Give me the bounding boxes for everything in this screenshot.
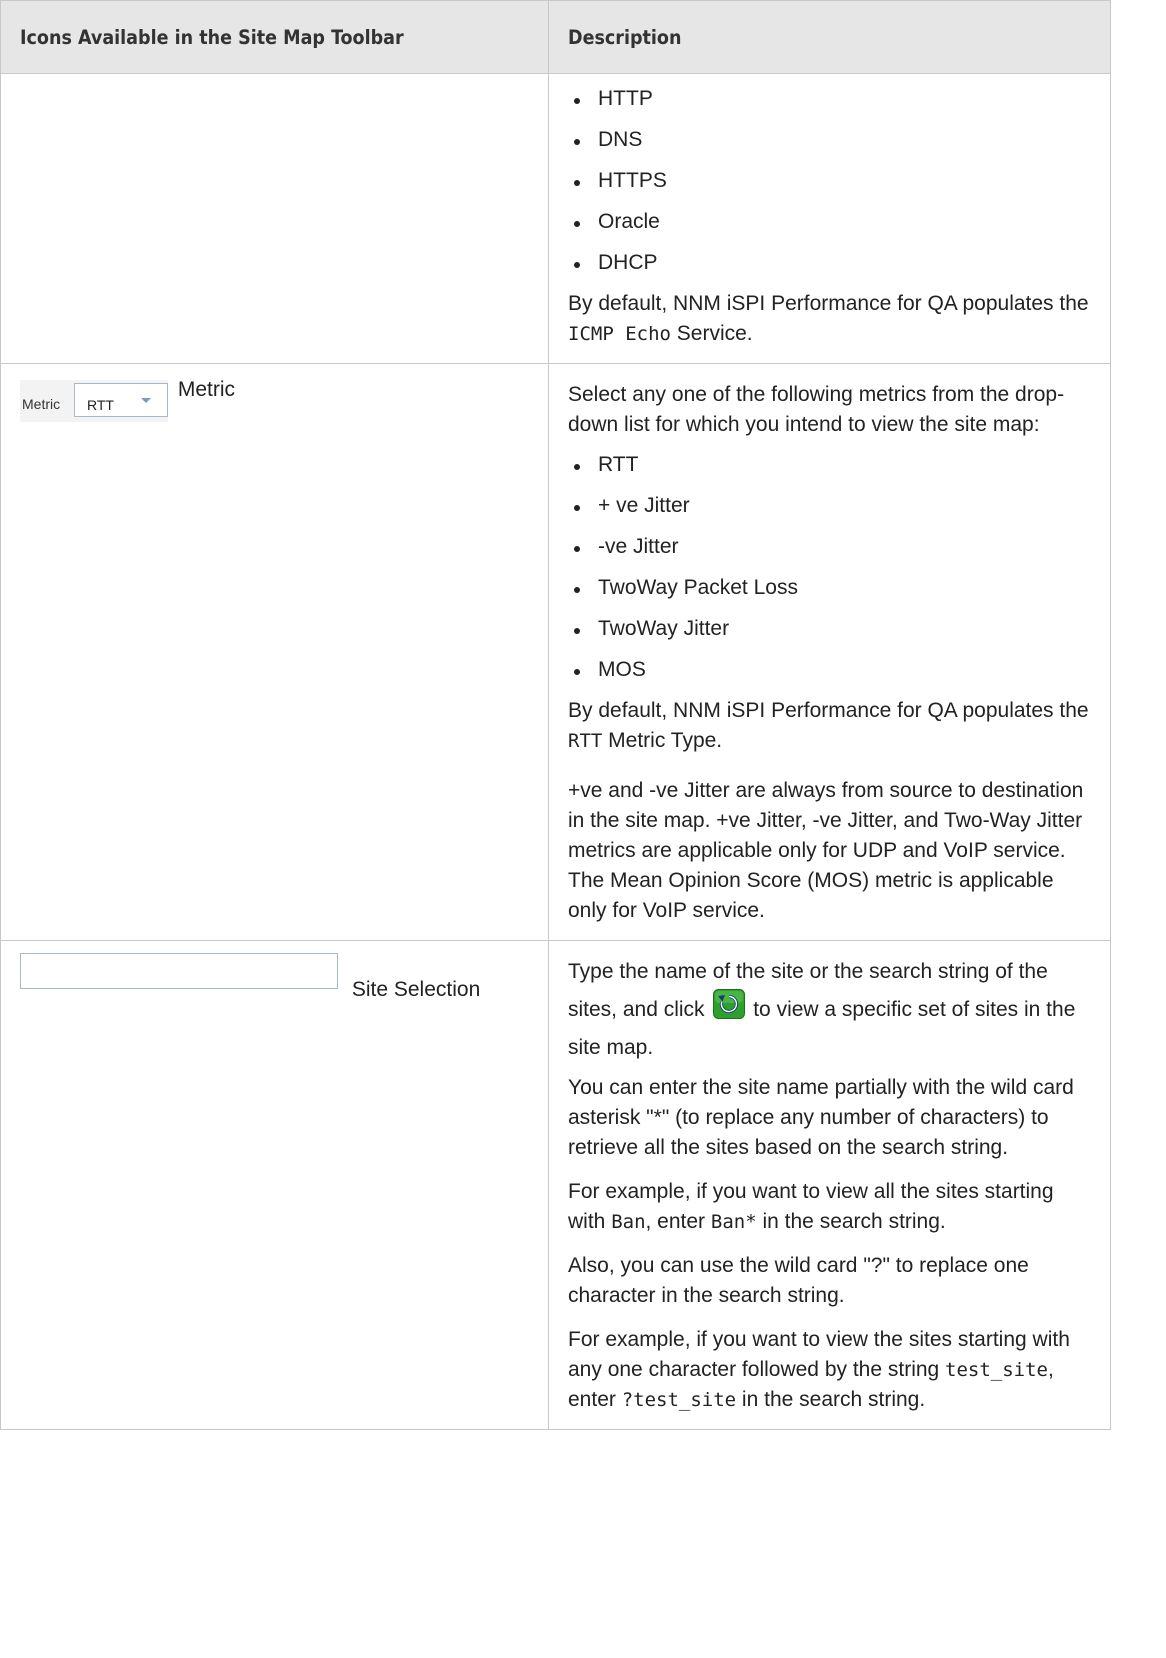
metric-list: RTT + ve Jitter -ve Jitter TwoWay Packet… bbox=[568, 450, 1091, 696]
site-selection-input-image bbox=[20, 953, 338, 989]
column-header-description: Description bbox=[548, 0, 1111, 74]
list-item: TwoWay Jitter bbox=[568, 614, 1091, 655]
metric-widget-label: Metric bbox=[22, 396, 61, 412]
list-item: HTTP bbox=[568, 84, 1091, 125]
metric-dropdown-image: Metric RTT bbox=[20, 380, 168, 422]
code-text: ?test_site bbox=[621, 1389, 737, 1411]
list-item: Oracle bbox=[568, 207, 1091, 248]
list-item: + ve Jitter bbox=[568, 491, 1091, 532]
code-text: RTT bbox=[568, 730, 603, 752]
description-cell-site-selection: Type the name of the site or the search … bbox=[548, 940, 1111, 1430]
icon-cell-metric: Metric RTT Metric bbox=[0, 363, 549, 941]
column-header-icons: Icons Available in the Site Map Toolbar bbox=[0, 0, 549, 74]
code-text: test_site bbox=[945, 1359, 1048, 1381]
description-cell-service: HTTP DNS HTTPS Oracle DHCP By default, N… bbox=[548, 73, 1111, 364]
metric-select-value: RTT bbox=[87, 397, 114, 413]
site-selection-instruction: Type the name of the site or the search … bbox=[568, 960, 1076, 1059]
icon-cell-service bbox=[0, 73, 549, 364]
list-item: RTT bbox=[568, 450, 1091, 491]
table-row-site-selection: Site Selection Type the name of the site… bbox=[0, 940, 1111, 1430]
service-list: HTTP DNS HTTPS Oracle DHCP bbox=[568, 84, 1091, 289]
metric-select-box: RTT bbox=[74, 383, 168, 417]
description-cell-metric: Select any one of the following metrics … bbox=[548, 363, 1111, 941]
test-site-example: For example, if you want to view the sit… bbox=[568, 1328, 1070, 1411]
list-item: HTTPS bbox=[568, 166, 1091, 207]
code-text: ICMP Echo bbox=[568, 323, 671, 345]
table-row-service: HTTP DNS HTTPS Oracle DHCP By default, N… bbox=[0, 73, 1111, 364]
icon-cell-site-selection: Site Selection bbox=[0, 940, 549, 1430]
list-item: MOS bbox=[568, 655, 1091, 696]
metric-intro: Select any one of the following metrics … bbox=[568, 383, 1065, 436]
list-item: DNS bbox=[568, 125, 1091, 166]
code-text: Ban bbox=[611, 1211, 646, 1233]
site-selection-name: Site Selection bbox=[351, 978, 481, 1001]
site-map-toolbar-table: Icons Available in the Site Map Toolbar … bbox=[0, 0, 1111, 1430]
refresh-icon bbox=[713, 989, 746, 1020]
list-item: -ve Jitter bbox=[568, 532, 1091, 573]
jitter-note: +ve and -ve Jitter are always from sourc… bbox=[568, 779, 1084, 922]
wildcard-question-note: Also, you can use the wild card "?" to r… bbox=[568, 1254, 1029, 1307]
metric-name: Metric bbox=[177, 378, 236, 401]
default-service-note: By default, NNM iSPI Performance for QA … bbox=[568, 292, 1089, 345]
list-item: TwoWay Packet Loss bbox=[568, 573, 1091, 614]
ban-example: For example, if you want to view all the… bbox=[568, 1180, 1054, 1233]
table-header-row: Icons Available in the Site Map Toolbar … bbox=[0, 0, 1111, 74]
table-row-metric: Metric RTT Metric Select any one of the … bbox=[0, 363, 1111, 941]
default-metric-note: By default, NNM iSPI Performance for QA … bbox=[568, 699, 1089, 752]
list-item: DHCP bbox=[568, 248, 1091, 289]
code-text: Ban* bbox=[710, 1211, 757, 1233]
chevron-down-icon bbox=[141, 398, 151, 403]
wildcard-asterisk-note: You can enter the site name partially wi… bbox=[568, 1076, 1074, 1159]
